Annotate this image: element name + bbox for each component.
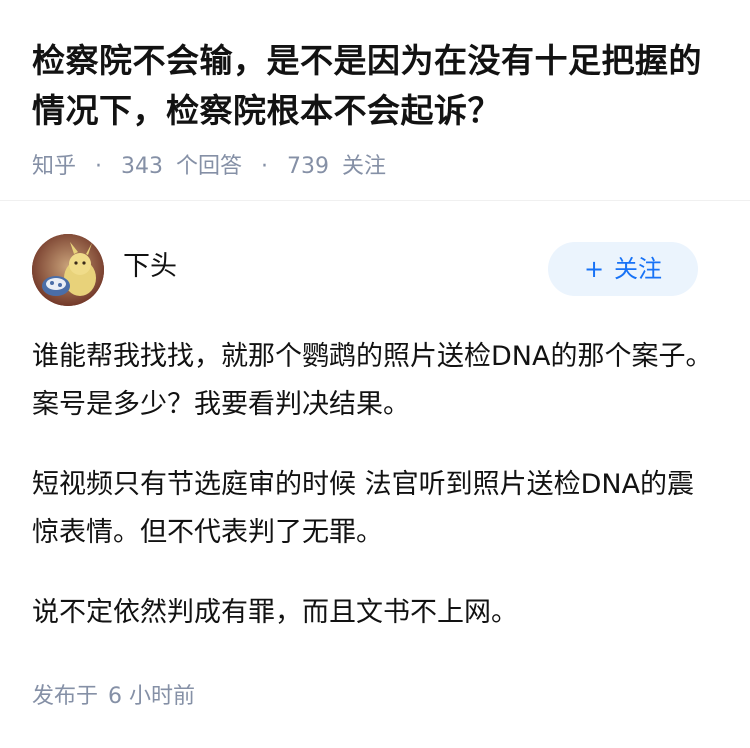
meta-separator: · — [261, 154, 269, 179]
answer-paragraph: 短视频只有节选庭审的时候 法官听到照片送检DNA的震惊表情。但不代表判了无罪。 — [32, 469, 695, 548]
plus-icon: + — [583, 255, 605, 283]
published-time: 6 小时前 — [108, 684, 196, 709]
follower-label: 关注 — [342, 154, 387, 179]
publish-info: 发布于 6 小时前 — [32, 682, 195, 712]
author-name[interactable]: 下头 — [123, 250, 177, 284]
follow-button[interactable]: + 关注 — [548, 242, 698, 296]
answer-paragraph: 谁能帮我找找，就那个鹦鹉的照片送检DNA的那个案子。案号是多少？我要看判决结果。 — [32, 341, 713, 420]
meta-separator: · — [95, 154, 103, 179]
question-meta: 知乎 · 343 个回答 · 739 关注 — [32, 152, 722, 182]
follower-count: 739 — [287, 154, 330, 179]
source-label[interactable]: 知乎 — [32, 154, 76, 179]
follow-button-label: 关注 — [614, 255, 663, 283]
published-label: 发布于 — [32, 684, 99, 709]
answer-count: 343 — [121, 154, 164, 179]
avatar-image — [32, 234, 104, 306]
answer-content: 谁能帮我找找，就那个鹦鹉的照片送检DNA的那个案子。案号是多少？我要看判决结果。… — [32, 333, 718, 669]
answer-paragraph: 说不定依然判成有罪，而且文书不上网。 — [32, 597, 518, 628]
author-row: 下头 + 关注 — [32, 234, 698, 306]
avatar[interactable] — [32, 234, 104, 306]
answer-count-label: 个回答 — [176, 154, 243, 179]
question-title[interactable]: 检察院不会输，是不是因为在没有十足把握的情况下，检察院根本不会起诉？ — [32, 36, 722, 136]
section-divider — [0, 200, 750, 201]
question-header: 检察院不会输，是不是因为在没有十足把握的情况下，检察院根本不会起诉？ 知乎 · … — [32, 36, 722, 182]
